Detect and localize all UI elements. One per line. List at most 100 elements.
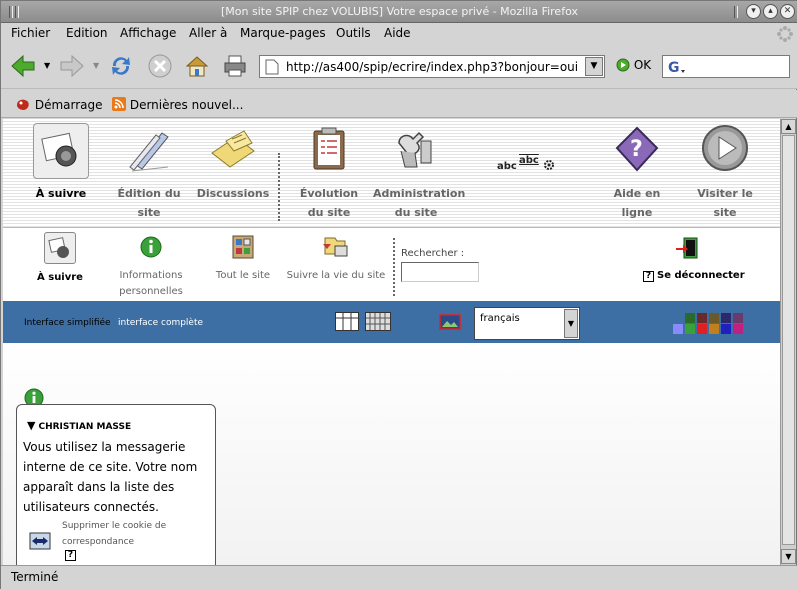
- menu-bar: Fichier Edition Affichage Aller à Marque…: [1, 23, 797, 45]
- menu-aide-en-ligne[interactable]: ? Aide en ligne: [599, 123, 675, 222]
- color-swatch[interactable]: [673, 324, 683, 334]
- close-icon[interactable]: ✕: [780, 4, 795, 19]
- color-swatch[interactable]: [721, 313, 731, 323]
- menu-evolution-du-site[interactable]: Évolution du site: [293, 123, 365, 222]
- print-icon[interactable]: [221, 52, 249, 80]
- svg-text:?: ?: [630, 137, 643, 162]
- firefox-logo-icon: [17, 99, 29, 110]
- help-question-icon[interactable]: ?: [65, 550, 76, 561]
- maximize-icon[interactable]: ▴: [763, 4, 778, 19]
- abc-label: abc: [497, 161, 517, 172]
- language-select[interactable]: français ▼: [474, 307, 580, 340]
- card-header[interactable]: ▼ CHRISTIAN MASSE: [27, 419, 131, 432]
- language-dropdown-icon[interactable]: ▼: [564, 309, 578, 338]
- color-swatch[interactable]: [685, 313, 695, 323]
- forward-arrow-icon[interactable]: [58, 52, 86, 80]
- interface-complete-link[interactable]: interface complète: [118, 318, 203, 328]
- color-swatch[interactable]: [733, 324, 743, 334]
- reload-icon[interactable]: [107, 52, 135, 80]
- menu-a-suivre[interactable]: À suivre: [29, 123, 93, 203]
- menu-affichage[interactable]: Affichage: [120, 26, 176, 40]
- scroll-up-icon[interactable]: ▲: [781, 119, 796, 134]
- narrow-layout-icon[interactable]: [335, 312, 359, 331]
- menu-administration-label-1: Administration: [373, 187, 466, 200]
- language-abc-icon[interactable]: abc abc: [497, 155, 557, 181]
- menu-edition[interactable]: Edition: [66, 26, 108, 40]
- back-dropdown-icon[interactable]: ▼: [44, 61, 50, 70]
- menu-evolution-label-2: du site: [307, 206, 351, 219]
- site-map-icon: [228, 232, 258, 262]
- stop-icon[interactable]: [146, 52, 174, 80]
- menu-visiter-label: Visiter le site: [697, 187, 753, 219]
- gear-icon: [544, 160, 554, 170]
- menu-aller-a[interactable]: Aller à: [189, 26, 227, 40]
- scroll-thumb[interactable]: [782, 135, 795, 545]
- submenu-informations-label-2: personnelles: [119, 286, 183, 297]
- back-arrow-icon[interactable]: [9, 52, 37, 80]
- submenu-suivre-la-vie-du-site[interactable]: Suivre la vie du site: [285, 232, 387, 284]
- navigation-toolbar: ▼ ▼ http://as400/spip/ecrire/index.php3?…: [1, 45, 797, 89]
- address-url[interactable]: http://as400/spip/ecrire/index.php3?bonj…: [286, 60, 578, 74]
- bookmark-label: Démarrage: [34, 98, 103, 112]
- color-palette: [673, 313, 745, 335]
- edition-du-site-icon: [122, 123, 176, 177]
- bookmark-demarrage[interactable]: Démarrage: [15, 97, 103, 112]
- menu-edition-du-site[interactable]: Édition du site: [107, 123, 191, 222]
- google-search-icon[interactable]: G: [668, 59, 688, 75]
- color-swatch[interactable]: [709, 324, 719, 334]
- bookmark-label: Dernières nouvel...: [129, 98, 244, 112]
- help-icon: ?: [610, 123, 664, 177]
- bookmark-dernieres-nouvelles[interactable]: Dernières nouvel...: [112, 97, 243, 112]
- monitor-site-icon: [321, 232, 351, 262]
- forward-dropdown-icon[interactable]: ▼: [93, 61, 99, 70]
- delete-cookie-link[interactable]: Supprimer le cookie de correspondance: [62, 518, 166, 550]
- vertical-scrollbar[interactable]: ▲ ▼: [780, 119, 796, 565]
- menu-discussions[interactable]: Discussions: [195, 123, 271, 203]
- menu-separator: [278, 153, 280, 221]
- minimize-icon[interactable]: ▾: [746, 4, 761, 19]
- menu-administration-du-site[interactable]: Administration du site: [373, 123, 466, 222]
- color-swatch[interactable]: [685, 324, 695, 334]
- site-search-input[interactable]: [401, 262, 479, 282]
- page-content: À suivre Édition du site Discussions Évo…: [3, 119, 780, 565]
- spip-sub-menu: À suivre Informations personnelles Tout …: [3, 227, 780, 303]
- browser-window: [Mon site SPIP chez VOLUBIS] Votre espac…: [0, 0, 797, 589]
- address-dropdown-icon[interactable]: ▼: [585, 57, 603, 76]
- cookie-swap-icon[interactable]: [29, 531, 51, 551]
- status-text: Terminé: [11, 570, 59, 584]
- interface-simplifiee-link[interactable]: Interface simplifiée: [24, 318, 111, 328]
- menu-marque-pages[interactable]: Marque-pages: [240, 26, 326, 40]
- menu-aide[interactable]: Aide: [384, 26, 411, 40]
- submenu-tout-le-site-label: Tout le site: [215, 270, 271, 281]
- color-swatch[interactable]: [697, 313, 707, 323]
- menu-discussions-label: Discussions: [196, 187, 270, 200]
- help-question-icon[interactable]: ?: [643, 271, 654, 282]
- color-swatch[interactable]: [697, 324, 707, 334]
- abc-label: abc: [519, 155, 539, 166]
- image-icon[interactable]: [439, 313, 461, 331]
- color-swatch[interactable]: [709, 313, 719, 323]
- logout-door-icon[interactable]: [675, 236, 699, 260]
- color-swatch[interactable]: [733, 313, 743, 323]
- submenu-tout-le-site[interactable]: Tout le site: [211, 232, 275, 284]
- wide-layout-icon[interactable]: [365, 312, 391, 331]
- submenu-separator: [393, 238, 395, 296]
- collapse-triangle-icon[interactable]: ▼: [27, 419, 35, 432]
- menu-outils[interactable]: Outils: [336, 26, 371, 40]
- home-icon[interactable]: [183, 52, 211, 80]
- menu-fichier[interactable]: Fichier: [11, 26, 50, 40]
- submenu-suivre-label: Suivre la vie du site: [286, 270, 386, 281]
- menu-a-suivre-label: À suivre: [35, 187, 87, 200]
- address-bar[interactable]: http://as400/spip/ecrire/index.php3?bonj…: [259, 55, 605, 78]
- evolution-du-site-icon: [302, 123, 356, 177]
- scroll-down-icon[interactable]: ▼: [781, 549, 796, 564]
- spip-main-menu: À suivre Édition du site Discussions Évo…: [3, 119, 780, 227]
- color-swatch[interactable]: [721, 324, 731, 334]
- interface-bar: Interface simplifiée interface complète …: [3, 301, 780, 343]
- menu-visiter-le-site[interactable]: Visiter le site: [685, 123, 765, 222]
- search-input[interactable]: G: [662, 55, 790, 78]
- submenu-a-suivre[interactable]: À suivre: [35, 232, 85, 286]
- logout-button[interactable]: ? Se déconnecter: [643, 270, 745, 282]
- submenu-informations-personnelles[interactable]: Informations personnelles: [113, 232, 189, 300]
- go-button[interactable]: OK: [616, 58, 651, 72]
